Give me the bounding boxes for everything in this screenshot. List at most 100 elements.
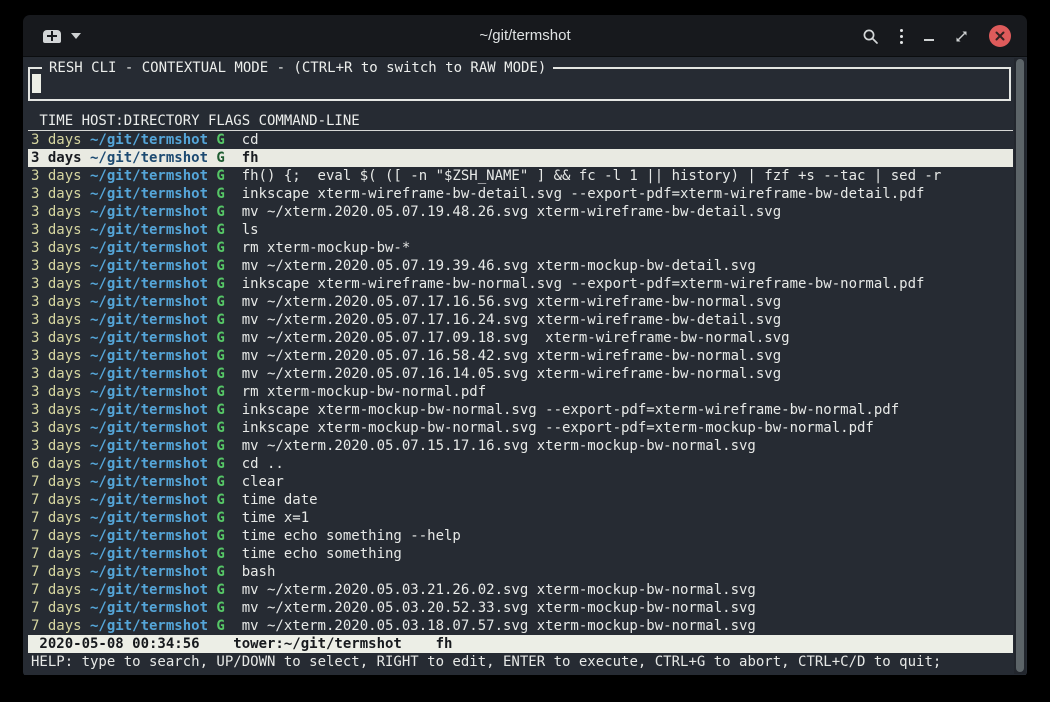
row-host-directory: ~/git/termshot bbox=[90, 617, 216, 635]
row-flags: G bbox=[216, 617, 241, 635]
row-flags: G bbox=[216, 563, 241, 581]
history-row[interactable]: 3 days~/git/termshotGmv ~/xterm.2020.05.… bbox=[28, 329, 1013, 347]
row-host-directory: ~/git/termshot bbox=[90, 329, 216, 347]
row-host-directory: ~/git/termshot bbox=[90, 491, 216, 509]
titlebar[interactable]: ~/git/termshot bbox=[23, 15, 1027, 57]
row-flags: G bbox=[216, 149, 241, 167]
row-time: 7 days bbox=[31, 617, 90, 635]
close-button[interactable] bbox=[989, 25, 1011, 47]
row-time: 3 days bbox=[31, 437, 90, 455]
row-command: mv ~/xterm.2020.05.07.17.09.18.svg xterm… bbox=[242, 330, 790, 346]
row-host-directory: ~/git/termshot bbox=[90, 293, 216, 311]
row-host-directory: ~/git/termshot bbox=[90, 131, 216, 149]
row-command: inkscape xterm-mockup-bw-normal.svg --ex… bbox=[242, 402, 899, 418]
row-time: 3 days bbox=[31, 329, 90, 347]
row-host-directory: ~/git/termshot bbox=[90, 581, 216, 599]
resh-cli-screen: RESH CLI - CONTEXTUAL MODE - (CTRL+R to … bbox=[28, 57, 1013, 675]
history-row[interactable]: 3 days~/git/termshotGinkscape xterm-wire… bbox=[28, 185, 1013, 203]
kebab-menu-icon bbox=[900, 29, 903, 44]
panel-title: RESH CLI - CONTEXTUAL MODE - (CTRL+R to … bbox=[42, 58, 553, 78]
terminal-body[interactable]: RESH CLI - CONTEXTUAL MODE - (CTRL+R to … bbox=[23, 57, 1027, 675]
history-row[interactable]: 3 days~/git/termshotGmv ~/xterm.2020.05.… bbox=[28, 257, 1013, 275]
row-time: 7 days bbox=[31, 599, 90, 617]
row-time: 3 days bbox=[31, 383, 90, 401]
row-host-directory: ~/git/termshot bbox=[90, 383, 216, 401]
row-flags: G bbox=[216, 581, 241, 599]
row-command: cd .. bbox=[242, 456, 284, 472]
row-flags: G bbox=[216, 437, 241, 455]
row-command: rm xterm-mockup-bw-* bbox=[242, 240, 411, 256]
row-command: rm xterm-mockup-bw-normal.pdf bbox=[242, 384, 486, 400]
history-row[interactable]: 7 days~/git/termshotGtime date bbox=[28, 491, 1013, 509]
search-input-box[interactable]: RESH CLI - CONTEXTUAL MODE - (CTRL+R to … bbox=[28, 67, 1011, 101]
restore-button[interactable] bbox=[955, 30, 968, 43]
history-row[interactable]: 3 days~/git/termshotGmv ~/xterm.2020.05.… bbox=[28, 293, 1013, 311]
history-row[interactable]: 3 days~/git/termshotGrm xterm-mockup-bw-… bbox=[28, 383, 1013, 401]
minimize-button[interactable] bbox=[924, 31, 934, 41]
row-command: mv ~/xterm.2020.05.07.15.17.16.svg xterm… bbox=[242, 438, 756, 454]
row-host-directory: ~/git/termshot bbox=[90, 203, 216, 221]
row-time: 3 days bbox=[31, 185, 90, 203]
history-row[interactable]: 3 days~/git/termshotGinkscape xterm-mock… bbox=[28, 419, 1013, 437]
row-time: 3 days bbox=[31, 275, 90, 293]
history-row[interactable]: 3 days~/git/termshotGmv ~/xterm.2020.05.… bbox=[28, 437, 1013, 455]
history-row[interactable]: 7 days~/git/termshotGtime echo something… bbox=[28, 527, 1013, 545]
row-time: 3 days bbox=[31, 419, 90, 437]
row-command: time date bbox=[242, 492, 318, 508]
row-flags: G bbox=[216, 527, 241, 545]
row-command: mv ~/xterm.2020.05.03.21.26.02.svg xterm… bbox=[242, 582, 756, 598]
row-command: mv ~/xterm.2020.05.07.16.58.42.svg xterm… bbox=[242, 348, 781, 364]
history-row[interactable]: 7 days~/git/termshotGmv ~/xterm.2020.05.… bbox=[28, 617, 1013, 635]
row-command: mv ~/xterm.2020.05.07.19.39.46.svg xterm… bbox=[242, 258, 756, 274]
row-time: 3 days bbox=[31, 167, 90, 185]
row-flags: G bbox=[216, 275, 241, 293]
row-command: clear bbox=[242, 474, 284, 490]
row-flags: G bbox=[216, 347, 241, 365]
text-cursor bbox=[32, 74, 41, 93]
history-row[interactable]: 3 days~/git/termshotGmv ~/xterm.2020.05.… bbox=[28, 311, 1013, 329]
row-host-directory: ~/git/termshot bbox=[90, 311, 216, 329]
scrollbar-track[interactable] bbox=[1014, 58, 1026, 674]
history-row[interactable]: 3 days~/git/termshotGinkscape xterm-wire… bbox=[28, 275, 1013, 293]
menu-button[interactable] bbox=[900, 29, 903, 44]
row-command: inkscape xterm-wireframe-bw-detail.svg -… bbox=[242, 186, 925, 202]
history-row[interactable]: 7 days~/git/termshotGtime x=1 bbox=[28, 509, 1013, 527]
row-time: 7 days bbox=[31, 545, 90, 563]
history-row[interactable]: 6 days~/git/termshotGcd .. bbox=[28, 455, 1013, 473]
history-row[interactable]: 3 days~/git/termshotGfh bbox=[28, 149, 1013, 167]
row-host-directory: ~/git/termshot bbox=[90, 221, 216, 239]
history-row[interactable]: 3 days~/git/termshotGrm xterm-mockup-bw-… bbox=[28, 239, 1013, 257]
close-icon bbox=[995, 31, 1005, 41]
status-bar: 2020-05-08 00:34:56tower:~/git/termshotf… bbox=[28, 635, 1013, 653]
history-row[interactable]: 7 days~/git/termshotGtime echo something bbox=[28, 545, 1013, 563]
row-flags: G bbox=[216, 419, 241, 437]
row-host-directory: ~/git/termshot bbox=[90, 167, 216, 185]
history-row[interactable]: 3 days~/git/termshotGfh() {; eval $( ([ … bbox=[28, 167, 1013, 185]
row-flags: G bbox=[216, 509, 241, 527]
history-row[interactable]: 3 days~/git/termshotGmv ~/xterm.2020.05.… bbox=[28, 203, 1013, 221]
row-host-directory: ~/git/termshot bbox=[90, 257, 216, 275]
row-flags: G bbox=[216, 491, 241, 509]
row-flags: G bbox=[216, 473, 241, 491]
row-time: 3 days bbox=[31, 347, 90, 365]
history-row[interactable]: 7 days~/git/termshotGmv ~/xterm.2020.05.… bbox=[28, 581, 1013, 599]
search-button[interactable] bbox=[862, 28, 879, 45]
history-row[interactable]: 3 days~/git/termshotGmv ~/xterm.2020.05.… bbox=[28, 365, 1013, 383]
scrollbar-thumb[interactable] bbox=[1016, 59, 1024, 672]
history-row[interactable]: 3 days~/git/termshotGcd bbox=[28, 131, 1013, 149]
row-flags: G bbox=[216, 545, 241, 563]
row-host-directory: ~/git/termshot bbox=[90, 545, 216, 563]
history-row[interactable]: 7 days~/git/termshotGmv ~/xterm.2020.05.… bbox=[28, 599, 1013, 617]
history-row[interactable]: 7 days~/git/termshotGbash bbox=[28, 563, 1013, 581]
row-flags: G bbox=[216, 239, 241, 257]
status-timestamp: 2020-05-08 00:34:56 bbox=[39, 636, 199, 652]
row-time: 3 days bbox=[31, 257, 90, 275]
row-command: inkscape xterm-wireframe-bw-normal.svg -… bbox=[242, 276, 925, 292]
history-row[interactable]: 3 days~/git/termshotGinkscape xterm-mock… bbox=[28, 401, 1013, 419]
row-time: 7 days bbox=[31, 563, 90, 581]
history-row[interactable]: 3 days~/git/termshotGmv ~/xterm.2020.05.… bbox=[28, 347, 1013, 365]
row-time: 3 days bbox=[31, 149, 90, 167]
history-row[interactable]: 3 days~/git/termshotGls bbox=[28, 221, 1013, 239]
history-row[interactable]: 7 days~/git/termshotGclear bbox=[28, 473, 1013, 491]
titlebar-right-controls bbox=[862, 15, 1011, 57]
